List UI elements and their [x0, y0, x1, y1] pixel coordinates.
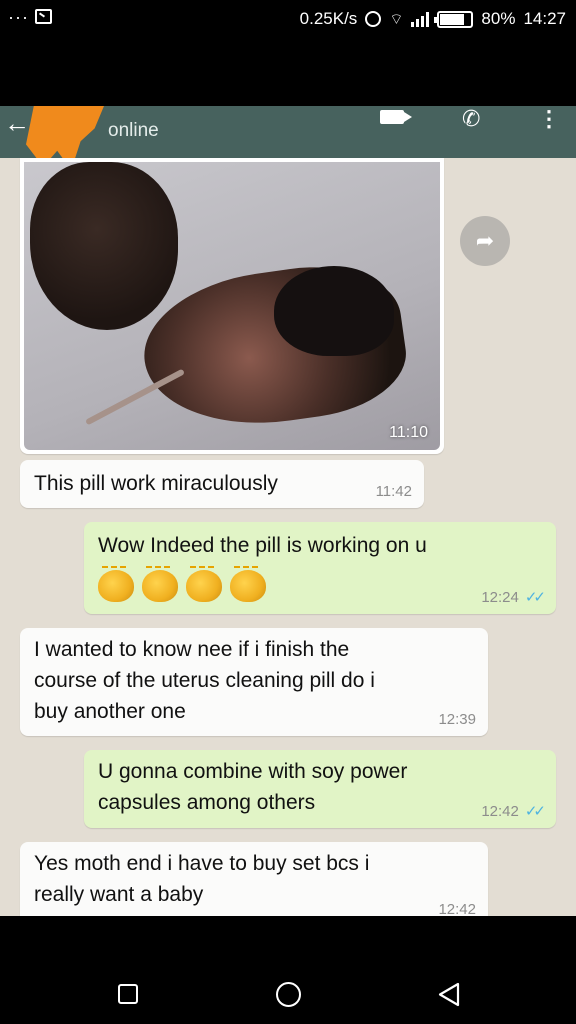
top-black-band: [0, 40, 576, 106]
screenshot-icon: [34, 9, 52, 24]
clapping-hands-icon: [98, 566, 134, 602]
status-bar: ··· 0.25K/s ⌔ 80% 14:27: [0, 0, 576, 40]
wifi-icon: ⌔: [389, 10, 404, 28]
clapping-hands-icon: [230, 566, 266, 602]
clock: 14:27: [523, 9, 566, 28]
battery-icon: [434, 10, 474, 28]
message-bubble[interactable]: U gonna combine with soy power capsules …: [84, 750, 556, 828]
back-icon[interactable]: [438, 982, 460, 1007]
video-call-icon[interactable]: [380, 110, 412, 124]
back-arrow-icon[interactable]: ←: [4, 108, 30, 139]
navigation-bar: [0, 916, 576, 1024]
alarm-icon: [365, 11, 382, 27]
network-speed: 0.25K/s: [299, 9, 358, 28]
message-text: Yes moth end i have to buy set bcs i rea…: [34, 852, 370, 906]
forward-icon[interactable]: ➦: [460, 216, 510, 266]
read-ticks-icon: ✓✓: [524, 589, 546, 606]
contact-status: online: [108, 120, 159, 141]
signal-icon: [411, 11, 430, 27]
message-bubble[interactable]: Yes moth end i have to buy set bcs i rea…: [20, 842, 488, 916]
message-bubble[interactable]: I wanted to know nee if i finish the cou…: [20, 628, 488, 736]
recent-apps-icon[interactable]: [118, 984, 138, 1004]
home-icon[interactable]: [276, 982, 301, 1007]
message-bubble[interactable]: This pill work miraculously 11:42: [20, 460, 424, 508]
message-text: I wanted to know nee if i finish the cou…: [34, 638, 375, 723]
battery-percent: 80%: [481, 9, 516, 28]
message-bubble[interactable]: Wow Indeed the pill is working on u 12:2…: [84, 522, 556, 614]
image-message[interactable]: 11:10: [20, 158, 444, 454]
message-time: 11:42: [375, 483, 412, 500]
clapping-emoji-row: [98, 566, 266, 602]
chat-area[interactable]: 11:10 ➦ This pill work miraculously 11:4…: [0, 158, 576, 916]
message-time: 12:39: [438, 711, 476, 728]
message-photo[interactable]: 11:10: [24, 162, 440, 450]
chat-header: ← online ✆ ⋮: [0, 106, 576, 170]
message-time: 12:42: [481, 803, 519, 820]
message-text: Wow Indeed the pill is working on u: [98, 534, 427, 557]
read-ticks-icon: ✓✓: [524, 803, 546, 820]
message-time: 12:42: [438, 901, 476, 916]
notification-dots: ···: [8, 6, 29, 27]
message-text: This pill work miraculously: [34, 472, 278, 495]
clapping-hands-icon: [186, 566, 222, 602]
more-menu-icon[interactable]: ⋮: [538, 108, 560, 130]
clapping-hands-icon: [142, 566, 178, 602]
message-time: 12:24: [481, 589, 519, 606]
message-time: 11:10: [389, 424, 428, 441]
phone-icon[interactable]: ✆: [462, 106, 480, 132]
message-text: U gonna combine with soy power capsules …: [98, 760, 408, 814]
